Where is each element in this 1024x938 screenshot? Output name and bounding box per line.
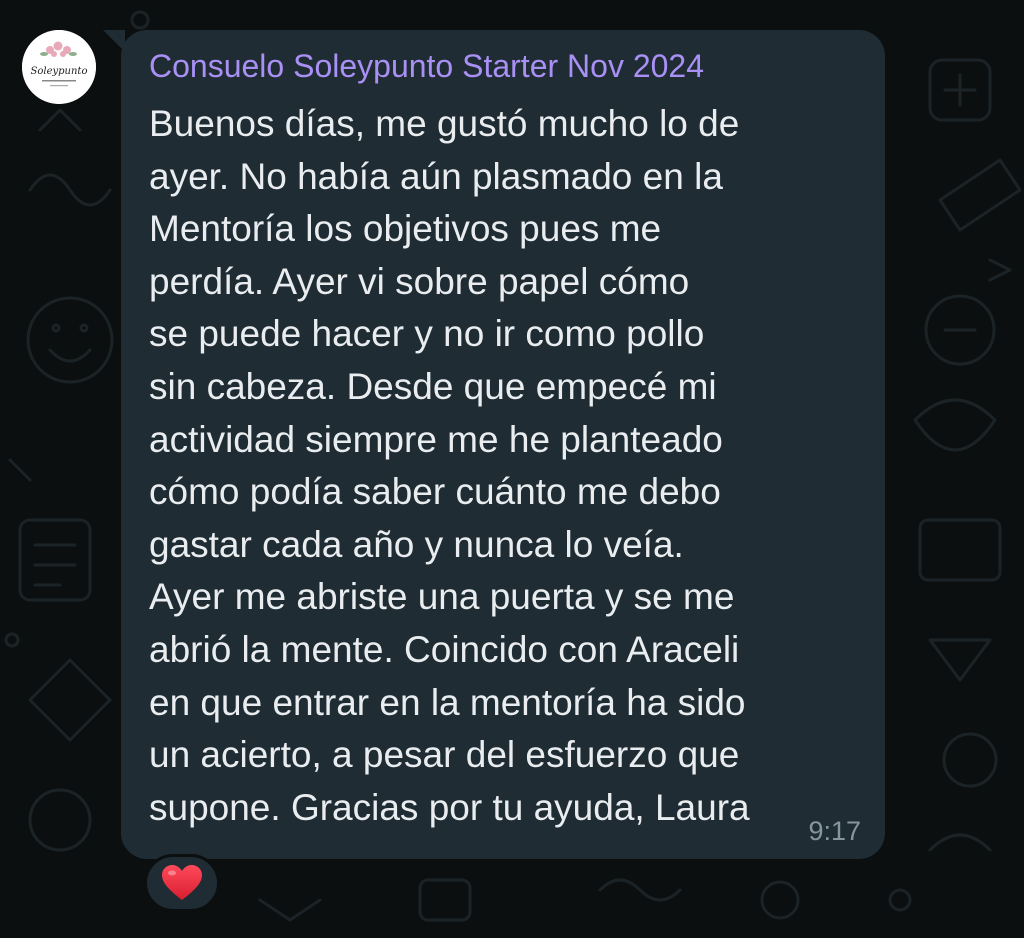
message-line: Ayer me abriste una puerta y se me	[149, 576, 735, 618]
message-bubble[interactable]: Consuelo Soleypunto Starter Nov 2024 Bue…	[121, 30, 885, 859]
message-line: sin cabeza. Desde que empecé mi	[149, 365, 717, 407]
message-text: Buenos días, me gustó mucho lo de ayer. …	[149, 98, 859, 834]
soleypunto-logo-icon: Soleypunto	[22, 30, 96, 104]
sender-avatar[interactable]: Soleypunto	[22, 30, 96, 104]
message-line: actividad siempre me he planteado	[149, 418, 723, 460]
message-line: abrió la mente. Coincido con Araceli	[149, 628, 740, 670]
message-line: supone. Gracias por tu ayuda, Laura	[149, 786, 750, 828]
message-line: en que entrar en la mentoría ha sido	[149, 681, 746, 723]
sender-name[interactable]: Consuelo Soleypunto Starter Nov 2024	[149, 46, 704, 86]
avatar-logo-text: Soleypunto	[31, 66, 88, 77]
message-line: ayer. No había aún plasmado en la	[149, 155, 723, 197]
heart-icon	[162, 865, 202, 900]
message-line: Buenos días, me gustó mucho lo de	[149, 103, 740, 144]
message-timestamp: 9:17	[808, 816, 861, 846]
message-line: cómo podía saber cuánto me debo	[149, 471, 721, 513]
message-line: perdía. Ayer vi sobre papel cómo	[149, 260, 690, 302]
message-line: un acierto, a pesar del esfuerzo que	[149, 734, 740, 776]
message-line: gastar cada año y nunca lo veía.	[149, 523, 684, 565]
reaction-badge[interactable]	[144, 854, 220, 912]
message-line: Mentoría los objetivos pues me	[149, 208, 662, 250]
message-line: se puede hacer y no ir como pollo	[149, 313, 705, 355]
